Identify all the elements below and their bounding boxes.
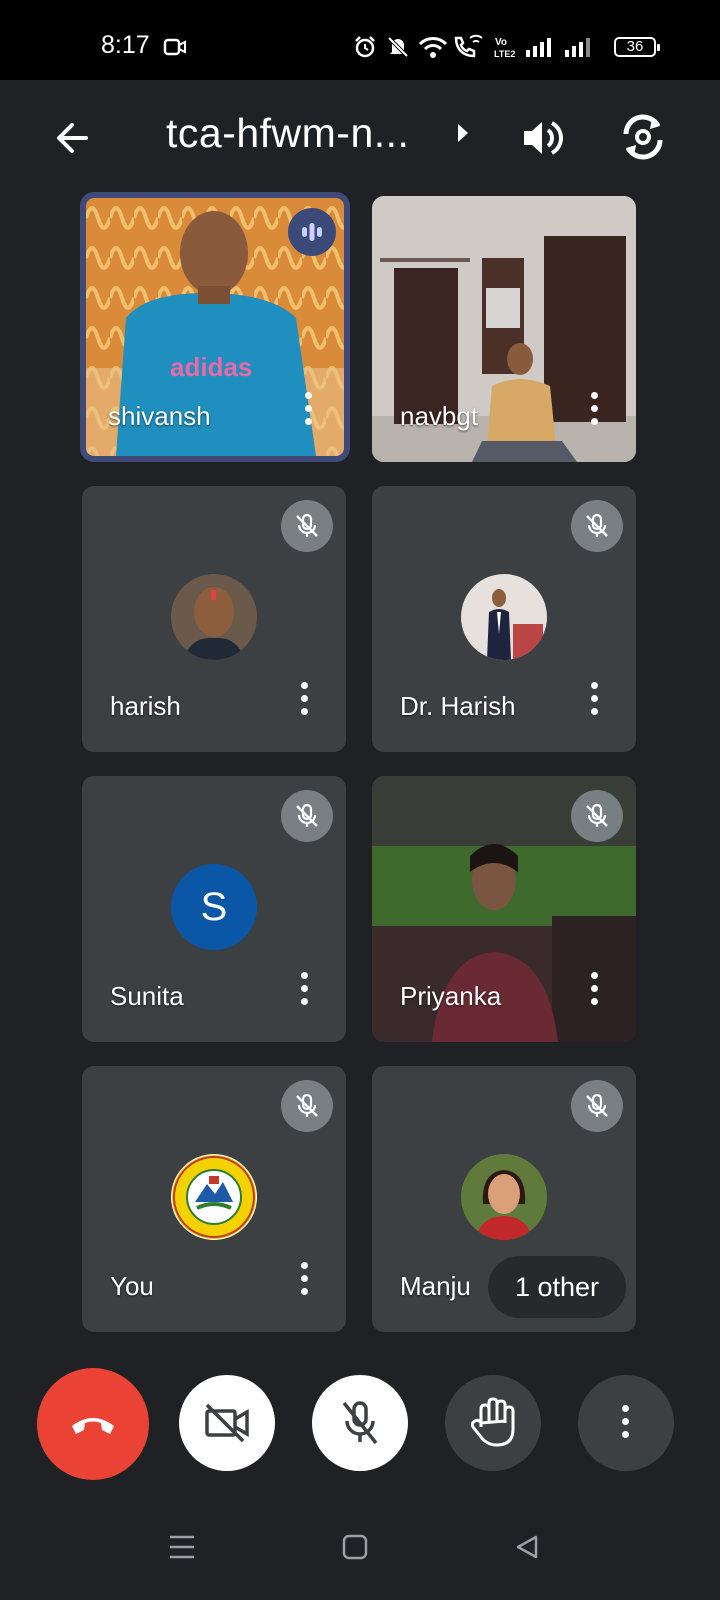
end-call-button[interactable] bbox=[37, 1368, 149, 1480]
mic-muted-badge bbox=[281, 500, 333, 552]
avatar-photo bbox=[171, 574, 257, 660]
avatar-photo bbox=[461, 574, 547, 660]
participant-more-options[interactable] bbox=[586, 972, 602, 1012]
participant-more-options[interactable] bbox=[300, 392, 316, 432]
audio-level-icon bbox=[302, 223, 322, 241]
participant-name: Dr. Harish bbox=[400, 691, 516, 721]
mute-notifications-icon bbox=[387, 36, 409, 58]
meeting-app-bar: tca-hfwm-n... bbox=[0, 80, 720, 190]
system-navigation-bar bbox=[0, 1490, 720, 1600]
participant-tile-navbgt[interactable]: navbgt bbox=[372, 196, 636, 462]
speaking-indicator bbox=[288, 208, 336, 256]
mic-off-icon bbox=[296, 1093, 318, 1117]
battery-indicator: 36 bbox=[614, 37, 660, 57]
svg-text:adidas: adidas bbox=[170, 352, 252, 382]
wifi-calling-icon bbox=[454, 34, 483, 58]
mic-muted-badge bbox=[571, 500, 623, 552]
svg-text:Vo: Vo bbox=[495, 37, 507, 48]
participant-tile-sunita[interactable]: S Sunita bbox=[82, 776, 346, 1042]
signal-icon bbox=[526, 38, 551, 57]
participant-name: Priyanka bbox=[400, 981, 502, 1011]
participant-tile-dr-harish[interactable]: Dr. Harish bbox=[372, 486, 636, 752]
participant-more-options[interactable] bbox=[586, 392, 602, 432]
participant-avatar bbox=[171, 574, 257, 660]
more-vert-icon bbox=[622, 1405, 630, 1438]
meeting-code-title[interactable]: tca-hfwm-n... bbox=[166, 110, 409, 157]
raise-hand-icon bbox=[471, 1397, 515, 1447]
mic-muted-badge bbox=[571, 790, 623, 842]
participant-tile-shivansh[interactable]: adidas shivansh bbox=[80, 192, 350, 462]
more-options-button[interactable] bbox=[578, 1375, 674, 1471]
raise-hand-button[interactable] bbox=[445, 1375, 541, 1471]
video-recording-icon bbox=[163, 38, 186, 56]
svg-text:LTE2: LTE2 bbox=[494, 49, 515, 59]
mic-off-icon bbox=[586, 803, 608, 827]
mic-off-icon bbox=[342, 1401, 378, 1445]
mic-off-icon bbox=[586, 1093, 608, 1117]
volte-icon: Vo LTE2 bbox=[494, 37, 515, 59]
participant-name: Sunita bbox=[110, 981, 184, 1011]
participant-more-options[interactable] bbox=[296, 1262, 312, 1302]
signal-icon bbox=[565, 38, 590, 57]
others-count-pill[interactable]: 1 other bbox=[488, 1256, 626, 1318]
participant-name: navbgt bbox=[400, 401, 479, 431]
participant-tile-you[interactable]: You bbox=[82, 1066, 346, 1332]
participant-more-options[interactable] bbox=[296, 972, 312, 1012]
participant-more-options[interactable] bbox=[586, 682, 602, 722]
alarm-icon bbox=[355, 36, 375, 58]
speaker-icon[interactable] bbox=[518, 113, 568, 163]
participant-name: shivansh bbox=[108, 401, 211, 431]
hang-up-icon bbox=[72, 1418, 114, 1434]
participant-name: harish bbox=[110, 691, 181, 721]
home-icon[interactable] bbox=[342, 1534, 368, 1560]
participant-tile-priyanka[interactable]: Priyanka bbox=[372, 776, 636, 1042]
mic-off-icon bbox=[296, 513, 318, 537]
camera-off-icon bbox=[205, 1403, 249, 1443]
participant-tile-harish[interactable]: harish bbox=[82, 486, 346, 752]
back-nav-icon[interactable] bbox=[514, 1534, 540, 1560]
participant-name: You bbox=[110, 1271, 154, 1301]
status-time: 8:17 bbox=[101, 31, 150, 59]
mic-muted-badge bbox=[571, 1080, 623, 1132]
college-seal-icon bbox=[172, 1155, 256, 1239]
participant-more-options[interactable] bbox=[296, 682, 312, 722]
switch-camera-icon[interactable] bbox=[616, 110, 670, 164]
participant-avatar bbox=[461, 574, 547, 660]
participant-avatar bbox=[461, 1154, 547, 1240]
status-bar: 8:17 Vo LTE2 36 bbox=[0, 0, 720, 80]
mic-muted-badge bbox=[281, 790, 333, 842]
participant-avatar: S bbox=[171, 864, 257, 950]
mic-off-button[interactable] bbox=[312, 1375, 408, 1471]
mic-off-icon bbox=[586, 513, 608, 537]
participant-name: Manju bbox=[400, 1271, 471, 1301]
back-arrow-icon[interactable] bbox=[48, 113, 98, 163]
wifi-icon bbox=[418, 37, 448, 58]
mic-off-icon bbox=[296, 803, 318, 827]
recent-apps-icon[interactable] bbox=[168, 1534, 196, 1560]
avatar-photo bbox=[461, 1154, 547, 1240]
camera-off-button[interactable] bbox=[179, 1375, 275, 1471]
mic-muted-badge bbox=[281, 1080, 333, 1132]
college-seal-avatar bbox=[171, 1154, 257, 1240]
expand-arrow-icon[interactable] bbox=[458, 124, 468, 142]
